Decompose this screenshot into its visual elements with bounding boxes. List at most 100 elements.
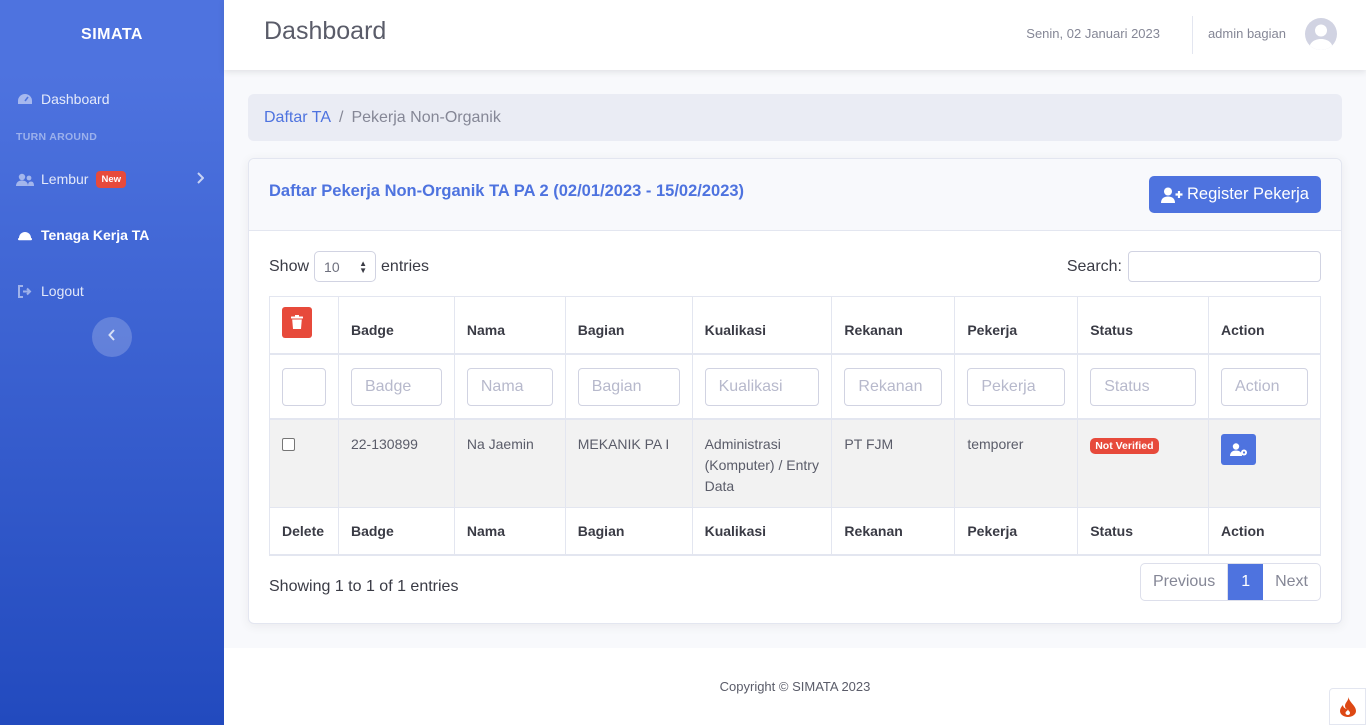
table-header-row: Badge Nama Bagian Kualikasi Rekanan Peke… [269,296,1321,355]
chevron-left-icon [108,328,116,346]
sidebar-toggle-button[interactable] [92,317,132,357]
header-nama[interactable]: Nama [453,296,566,355]
table-filter-row: Badge Nama Bagian Kualikasi Rekanan Peke… [269,353,1321,420]
card-header: Daftar Pekerja Non-Organik TA PA 2 (02/0… [249,159,1341,231]
pekerja-card: Daftar Pekerja Non-Organik TA PA 2 (02/0… [248,158,1342,624]
table-row: 22-130899 Na Jaemin MEKANIK PA I Adminis… [269,418,1321,508]
sidebar-item-label: Dashboard [41,91,110,107]
sidebar-item-label: Lembur [41,171,89,187]
cell-action [1208,418,1321,508]
register-button-label: Register Pekerja [1187,185,1309,203]
brand-logo[interactable]: SIMATA [0,0,224,70]
page-length-control: Show 10 ▲ ▼ entries [269,251,429,282]
entries-label: entries [381,257,430,275]
page-footer: Copyright © SIMATA 2023 [224,648,1366,725]
sidebar-item-label: Tenaga Kerja TA [41,227,150,243]
cell-kualikasi: Administrasi (Komputer) / Entry Data [691,418,833,508]
chevron-right-icon [196,171,205,187]
pagination: Previous 1 Next [1139,563,1321,601]
pagination-previous[interactable]: Previous [1141,564,1229,600]
cell-badge: 22-130899 [337,418,455,508]
bulk-delete-button[interactable] [282,306,312,338]
copyright-text: Copyright © SIMATA 2023 [719,679,871,694]
page-length-select[interactable]: 10 ▲ ▼ [314,251,377,282]
sort-arrows-icon: ▲ ▼ [359,259,368,275]
hard-hat-icon [16,228,34,242]
footer-action: Action [1208,507,1321,556]
header-action[interactable]: Action [1208,296,1321,355]
breadcrumb-link-daftar-ta[interactable]: Daftar TA [264,109,331,127]
sidebar-item-tenaga-kerja[interactable]: Tenaga Kerja TA [0,224,224,246]
filter-cell-delete [269,353,339,420]
footer-rekanan: Rekanan [831,507,956,556]
pagination-next[interactable]: Next [1263,564,1320,600]
header-kualikasi[interactable]: Kualikasi [691,296,833,355]
header-rekanan[interactable]: Rekanan [831,296,956,355]
tachometer-icon [16,92,34,106]
breadcrumb: Daftar TA / Pekerja Non-Organik [248,94,1342,141]
filter-input-status[interactable]: Status [1090,367,1197,406]
card-title: Daftar Pekerja Non-Organik TA PA 2 (02/0… [269,182,745,200]
cell-nama: Na Jaemin [453,418,566,508]
filter-input-nama[interactable]: Nama [466,367,553,406]
footer-status: Status [1077,507,1210,556]
header-pekerja[interactable]: Pekerja [954,296,1079,355]
new-badge: New [96,170,127,188]
search-input[interactable] [1128,251,1321,282]
filter-input-action[interactable]: Action [1221,367,1308,406]
pekerja-table: Badge Nama Bagian Kualikasi Rekanan Peke… [269,296,1321,556]
header-delete [269,296,339,355]
topbar-divider [1192,16,1193,54]
filter-input-bagian[interactable]: Bagian [577,367,680,406]
header-badge[interactable]: Badge [337,296,455,355]
sidebar: SIMATA Dashboard TURN AROUND Lembur New … [0,0,224,725]
footer-kualikasi: Kualikasi [691,507,833,556]
user-action-button[interactable] [1221,433,1257,465]
filter-input-delete[interactable] [282,367,326,406]
search-label: Search: [1066,257,1122,275]
topbar: Dashboard Senin, 02 Januari 2023 admin b… [224,0,1366,70]
footer-pekerja: Pekerja [954,507,1079,556]
header-status[interactable]: Status [1077,296,1210,355]
sidebar-heading: TURN AROUND [16,131,98,143]
footer-nama: Nama [453,507,566,556]
search-control: Search: [1067,251,1321,282]
filter-input-pekerja[interactable]: Pekerja [967,367,1066,406]
row-select-cell [269,418,339,508]
user-plus-icon [1161,187,1183,203]
sidebar-item-dashboard[interactable]: Dashboard [0,88,224,110]
sign-out-icon [16,284,34,298]
page-title: Dashboard [264,17,387,45]
cell-status: Not Verified [1077,418,1210,508]
current-date: Senin, 02 Januari 2023 [1026,26,1160,41]
sidebar-item-logout[interactable]: Logout [0,280,224,302]
footer-delete: Delete [269,507,339,556]
register-pekerja-button[interactable]: Register Pekerja [1149,176,1321,213]
row-checkbox[interactable] [282,437,295,451]
filter-input-rekanan[interactable]: Rekanan [844,367,943,406]
avatar[interactable] [1305,18,1337,50]
user-name[interactable]: admin bagian [1208,26,1286,41]
header-bagian[interactable]: Bagian [564,296,693,355]
page-length-value: 10 [324,258,340,275]
cell-bagian: MEKANIK PA I [564,418,693,508]
table-info: Showing 1 to 1 of 1 entries [269,578,459,595]
cell-pekerja: temporer [954,418,1079,508]
footer-bagian: Bagian [564,507,693,556]
filter-input-badge[interactable]: Badge [350,367,442,406]
breadcrumb-separator: / [338,108,344,126]
fire-icon [1339,696,1356,717]
sidebar-item-lembur[interactable]: Lembur New [0,168,224,190]
show-label: Show [269,257,310,275]
filter-input-kualikasi[interactable]: Kualikasi [704,367,820,406]
cell-rekanan: PT FJM [831,418,956,508]
sidebar-item-label: Logout [41,283,84,299]
table-footer-row: Delete Badge Nama Bagian Kualikasi Rekan… [269,507,1321,556]
user-cog-icon [1229,442,1247,456]
footer-badge: Badge [337,507,455,556]
status-badge: Not Verified [1090,437,1159,454]
pagination-page-1[interactable]: 1 [1228,564,1264,600]
debug-toolbar-button[interactable] [1329,688,1366,725]
trash-icon [291,315,303,329]
breadcrumb-current: Pekerja Non-Organik [351,108,501,126]
